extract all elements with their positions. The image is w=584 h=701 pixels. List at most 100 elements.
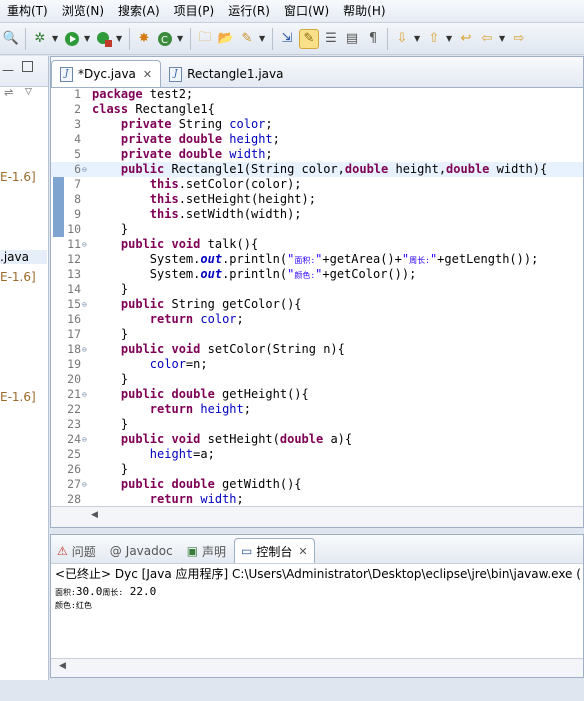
open-type-icon[interactable]: 📂 (217, 30, 235, 48)
search-icon[interactable]: 🔍 (2, 30, 20, 48)
tree-item-jre[interactable]: E-1.6] (0, 390, 36, 404)
line-number: 19 (67, 357, 81, 371)
line-number: 1 (74, 87, 81, 101)
fold-icon[interactable]: ⊖ (82, 162, 87, 177)
fold-icon[interactable]: ⊖ (82, 342, 87, 357)
menu-search[interactable]: 搜索(A) (111, 0, 167, 22)
console-icon: ▭ (241, 544, 253, 558)
close-icon[interactable]: ✕ (298, 545, 307, 558)
code-line: 15 ⊖ public String getColor(){ (51, 297, 583, 312)
code-line: 9 this.setWidth(width); (51, 207, 583, 222)
chevron-down-icon[interactable]: ▼ (499, 34, 507, 43)
chevron-down-icon[interactable]: ▼ (259, 34, 267, 43)
package-explorer-header: — ⇌ ▽ (0, 56, 48, 99)
svg-text:C: C (161, 35, 168, 46)
code-line: 6 ⊖ public Rectangle1(String color,double… (51, 162, 583, 177)
close-icon[interactable]: ✕ (143, 68, 152, 81)
tab-label: Rectangle1.java (187, 67, 284, 81)
line-number: 11 (67, 237, 81, 251)
code-line: 18 ⊖ public void setColor(String n){ (51, 342, 583, 357)
console-output-line[interactable]: 面积:30.0周长: 22.0 (55, 585, 156, 598)
maximize-icon[interactable] (22, 61, 33, 72)
line-number: 16 (67, 312, 81, 326)
code-line: 28 return width; (51, 492, 583, 507)
code-line: 13 System.out.println("颜色:"+getColor()); (51, 267, 583, 282)
new-class-icon[interactable]: ✸ (135, 30, 153, 48)
status-bar (0, 680, 584, 701)
tab-problems[interactable]: ⚠ 问题 (51, 539, 102, 563)
chevron-down-icon[interactable]: ▼ (177, 34, 185, 43)
tab-label: 控制台 (256, 544, 293, 559)
scroll-left-icon[interactable]: ◀ (59, 661, 66, 671)
annotation-up-icon[interactable]: ⇧ (425, 30, 443, 48)
new-package-icon[interactable]: C (156, 30, 174, 48)
chevron-down-icon[interactable]: ▼ (446, 34, 454, 43)
code-line: 19 color=n; (51, 357, 583, 372)
tree-item-java-file[interactable]: .java (0, 250, 47, 264)
scroll-left-icon[interactable]: ◀ (91, 510, 98, 520)
tab-rectangle1-java[interactable]: J Rectangle1.java (161, 61, 291, 87)
run-icon[interactable] (63, 30, 81, 48)
line-number: 6 (74, 162, 81, 176)
link-editor-icon[interactable]: ⇌ (4, 86, 13, 99)
code-line: 10 } (51, 222, 583, 237)
chevron-down-icon[interactable]: ▼ (84, 34, 92, 43)
fold-icon[interactable]: ⊖ (82, 432, 87, 447)
tab-console[interactable]: ▭ 控制台 ✕ (234, 538, 315, 563)
code-line: 22 return height; (51, 402, 583, 417)
fold-icon[interactable]: ⊖ (82, 387, 87, 402)
fold-icon[interactable]: ⊖ (82, 237, 87, 252)
toolbar-separator (190, 27, 191, 50)
menu-project[interactable]: 项目(P) (167, 0, 222, 22)
package-explorer: — ⇌ ▽ E-1.6] .java E-1.6] E-1.6] (0, 56, 49, 701)
word-wrap-icon[interactable]: ▤ (343, 30, 361, 48)
external-tools-icon[interactable] (95, 30, 113, 48)
pin-icon[interactable]: ¶ (364, 30, 382, 48)
code-line: 24 ⊖ public void setHeight(double a){ (51, 432, 583, 447)
line-number: 23 (67, 417, 81, 431)
back-icon[interactable]: ⇦ (478, 30, 496, 48)
line-number: 12 (67, 252, 81, 266)
tab-javadoc[interactable]: @ Javadoc (104, 539, 179, 563)
tab-declaration[interactable]: ▣ 声明 (181, 539, 232, 563)
view-menu-icon[interactable]: ▽ (25, 87, 32, 97)
debug-icon[interactable]: ✲ (31, 30, 49, 48)
line-number: 20 (67, 372, 81, 386)
menu-refactor[interactable]: 重构(T) (0, 0, 55, 22)
horizontal-scrollbar[interactable]: ◀ (51, 506, 583, 527)
block-select-icon[interactable]: ☰ (322, 30, 340, 48)
last-edit-icon[interactable]: ↩ (457, 30, 475, 48)
code-line: 3 private String color; (51, 117, 583, 132)
fold-icon[interactable]: ⊖ (82, 477, 87, 492)
chevron-down-icon[interactable]: ▼ (414, 34, 422, 43)
tree-item-jre[interactable]: E-1.6] (0, 170, 36, 184)
menu-help[interactable]: 帮助(H) (336, 0, 392, 22)
console-output-line[interactable]: 颜色:红色 (55, 600, 92, 611)
toolbar-separator (25, 27, 26, 50)
line-number: 15 (67, 297, 81, 311)
toolbar-separator (387, 27, 388, 50)
code-area[interactable]: 1 package test2; 2 class Rectangle1{ 3 pri… (51, 87, 583, 507)
line-number: 10 (67, 222, 81, 236)
open-folder-icon[interactable]: 🗀 (196, 30, 214, 48)
fold-icon[interactable]: ⊖ (82, 297, 87, 312)
menu-window[interactable]: 窗口(W) (277, 0, 336, 22)
forward-icon[interactable]: ⇨ (510, 30, 528, 48)
menu-run[interactable]: 运行(R) (221, 0, 277, 22)
code-line: 14 } (51, 282, 583, 297)
chevron-down-icon[interactable]: ▼ (116, 34, 124, 43)
java-file-icon: J (169, 66, 183, 82)
tab-dyc-java[interactable]: J *Dyc.java ✕ (51, 60, 162, 87)
chevron-down-icon[interactable]: ▼ (52, 34, 60, 43)
minimize-icon[interactable]: — (2, 63, 14, 77)
menu-navigate[interactable]: 浏览(N) (55, 0, 111, 22)
line-number: 5 (74, 147, 81, 161)
code-line: 27 ⊖ public double getWidth(){ (51, 477, 583, 492)
line-number: 14 (67, 282, 81, 296)
next-annotation-icon[interactable]: ⇲ (278, 30, 296, 48)
mark-occurrences-icon[interactable]: ✎ (299, 28, 319, 49)
tree-item-jre[interactable]: E-1.6] (0, 270, 36, 284)
annotation-down-icon[interactable]: ⇩ (393, 30, 411, 48)
pencil-icon[interactable]: ✎ (238, 30, 256, 48)
console-horizontal-scrollbar[interactable]: ◀ (51, 658, 583, 677)
